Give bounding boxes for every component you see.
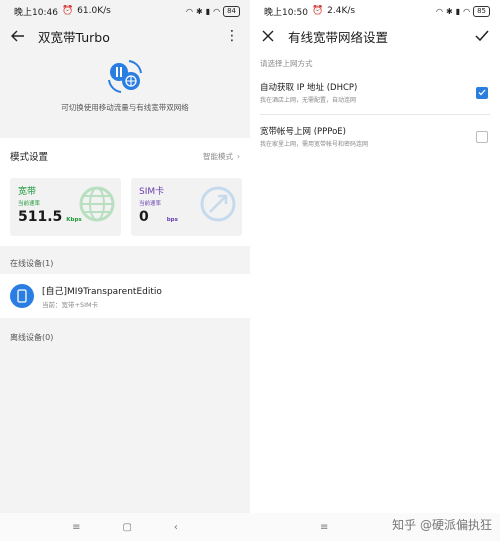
close-icon[interactable] [260,28,276,44]
home-icon[interactable]: ▢ [122,522,131,533]
online-devices-label: 在线设备(1) [10,258,54,268]
option-dhcp[interactable]: 自动获取 IP 地址 (DHCP) 我在酒店上网，无需配置，自动连网 [250,75,500,110]
hero-section: 可切换使用移动流量与有线宽带双网络 [0,50,250,134]
chevron-right-icon: › [237,151,240,161]
alarm-icon: ⏰ [311,6,324,16]
status-bar: 晚上10:50 ⏰ 2.4K/s ◠ ✱ ▮ ◠ 85 [250,0,500,22]
device-name: [自己]MI9TransparentEditio [42,286,162,297]
option-subtitle: 我在酒店上网，无需配置，自动连网 [260,97,357,104]
app-bar: 双宽带Turbo ⋮ [0,22,250,50]
left-screen: 晚上10:46 ⏰ 61.0K/s ◠ ✱ ▮ ◠ 84 双宽带Turbo ⋮ [0,0,250,541]
mode-settings-row[interactable]: 模式设置 智能模式 › [0,138,250,174]
back-arrow-icon[interactable] [10,28,26,44]
sim-speed-unit: bps [166,217,178,223]
alarm-icon: ⏰ [61,6,74,16]
battery-icon: 85 [473,5,490,17]
option-title: 宽带帐号上网 (PPPoE) [260,127,346,137]
mode-settings-current: 智能模式 [203,151,233,161]
wifi-icon: ◠ [436,6,443,16]
more-vertical-icon[interactable]: ⋮ [224,28,240,44]
mobile-data-icon [200,186,236,222]
wifi-icon: ◠ [186,6,193,16]
mode-settings-value: 智能模式 › [203,151,240,162]
menu-icon[interactable]: ≡ [72,522,80,533]
broadband-speed-number: 511.5 [18,209,63,225]
signal-icon: ▮ [205,6,211,16]
page-title: 双宽带Turbo [38,29,110,45]
bluetooth-icon: ✱ [195,6,203,16]
globe-icon [79,186,115,222]
bluetooth-icon: ✱ [445,6,453,16]
option-subtitle: 我在家里上网，需用宽带帐号和密码连网 [260,141,369,148]
divider [260,114,490,115]
mode-settings-label: 模式设置 [10,152,49,163]
back-icon[interactable]: ‹ [174,522,178,533]
status-bar: 晚上10:46 ⏰ 61.0K/s ◠ ✱ ▮ ◠ 84 [0,0,250,22]
offline-devices-label: 离线设备(0) [10,332,54,342]
sim-speed-card: SIM卡 当前速率 0 bps [131,178,242,236]
page-title: 有线宽带网络设置 [288,29,389,45]
right-screen: 晚上10:50 ⏰ 2.4K/s ◠ ✱ ▮ ◠ 85 有线宽带网络设置 请选择… [250,0,500,541]
app-bar: 有线宽带网络设置 [250,22,500,50]
status-time: 晚上10:46 [14,7,58,18]
device-row[interactable]: [自己]MI9TransparentEditio 当前：宽带+SIM卡 [0,274,250,318]
hero-description: 可切换使用移动流量与有线宽带双网络 [61,103,189,112]
connection-method-prompt: 请选择上网方式 [260,59,313,68]
option-title: 自动获取 IP 地址 (DHCP) [260,83,358,93]
nav-bar: ≡ ▢ ‹ [0,513,250,541]
dual-network-icon [108,60,142,93]
battery-icon: 84 [223,5,240,17]
speed-cards: 宽带 当前速率 511.5 Kbps SIM卡 当前速率 0 bps [0,174,250,246]
signal-icon: ▮ [455,6,461,16]
checkbox-pppoe[interactable] [476,130,488,143]
checkbox-dhcp[interactable] [476,86,488,99]
wifi-icon: ◠ [463,6,471,16]
checkmark-icon[interactable] [474,28,490,44]
status-time: 晚上10:50 [264,7,308,18]
broadband-speed-card: 宽带 当前速率 511.5 Kbps [10,178,121,236]
menu-icon[interactable]: ≡ [320,522,328,533]
option-pppoe[interactable]: 宽带帐号上网 (PPPoE) 我在家里上网，需用宽带帐号和密码连网 [250,119,500,154]
device-connection: 当前：宽带+SIM卡 [42,300,99,309]
watermark: 知乎 @硬派偏执狂 [392,518,492,532]
sim-speed-number: 0 [139,209,149,225]
phone-icon [10,284,34,308]
wifi-icon: ◠ [213,6,221,16]
status-speed: 61.0K/s [77,6,111,16]
status-speed: 2.4K/s [327,6,356,16]
